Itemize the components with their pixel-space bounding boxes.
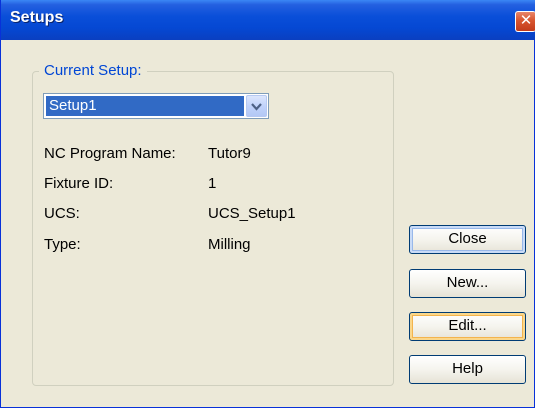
new-button[interactable]: New... (409, 269, 526, 298)
ucs-label: UCS: (44, 205, 80, 222)
ucs-value: UCS_Setup1 (208, 205, 296, 222)
setup-select-value: Setup1 (46, 96, 244, 116)
setup-select[interactable]: Setup1 (43, 93, 269, 119)
current-setup-label: Current Setup: (39, 62, 147, 79)
fixture-id-label: Fixture ID: (44, 175, 114, 192)
edit-button[interactable]: Edit... (409, 312, 526, 341)
nc-program-name-value: Tutor9 (208, 145, 251, 162)
help-button[interactable]: Help (409, 355, 526, 384)
close-button[interactable]: Close (409, 225, 526, 254)
setups-dialog: Setups ✕ Current Setup: Setup1 NC Progra… (0, 0, 535, 408)
dropdown-button[interactable] (246, 95, 267, 117)
type-value: Milling (208, 236, 251, 253)
close-icon: ✕ (519, 12, 533, 29)
window-title: Setups (10, 9, 64, 26)
fixture-id-value: 1 (208, 175, 217, 192)
title-bar[interactable]: Setups ✕ (1, 0, 535, 40)
chevron-down-icon (251, 103, 262, 111)
nc-program-name-label: NC Program Name: (44, 145, 176, 162)
close-window-button[interactable]: ✕ (515, 11, 535, 32)
type-label: Type: (44, 236, 81, 253)
